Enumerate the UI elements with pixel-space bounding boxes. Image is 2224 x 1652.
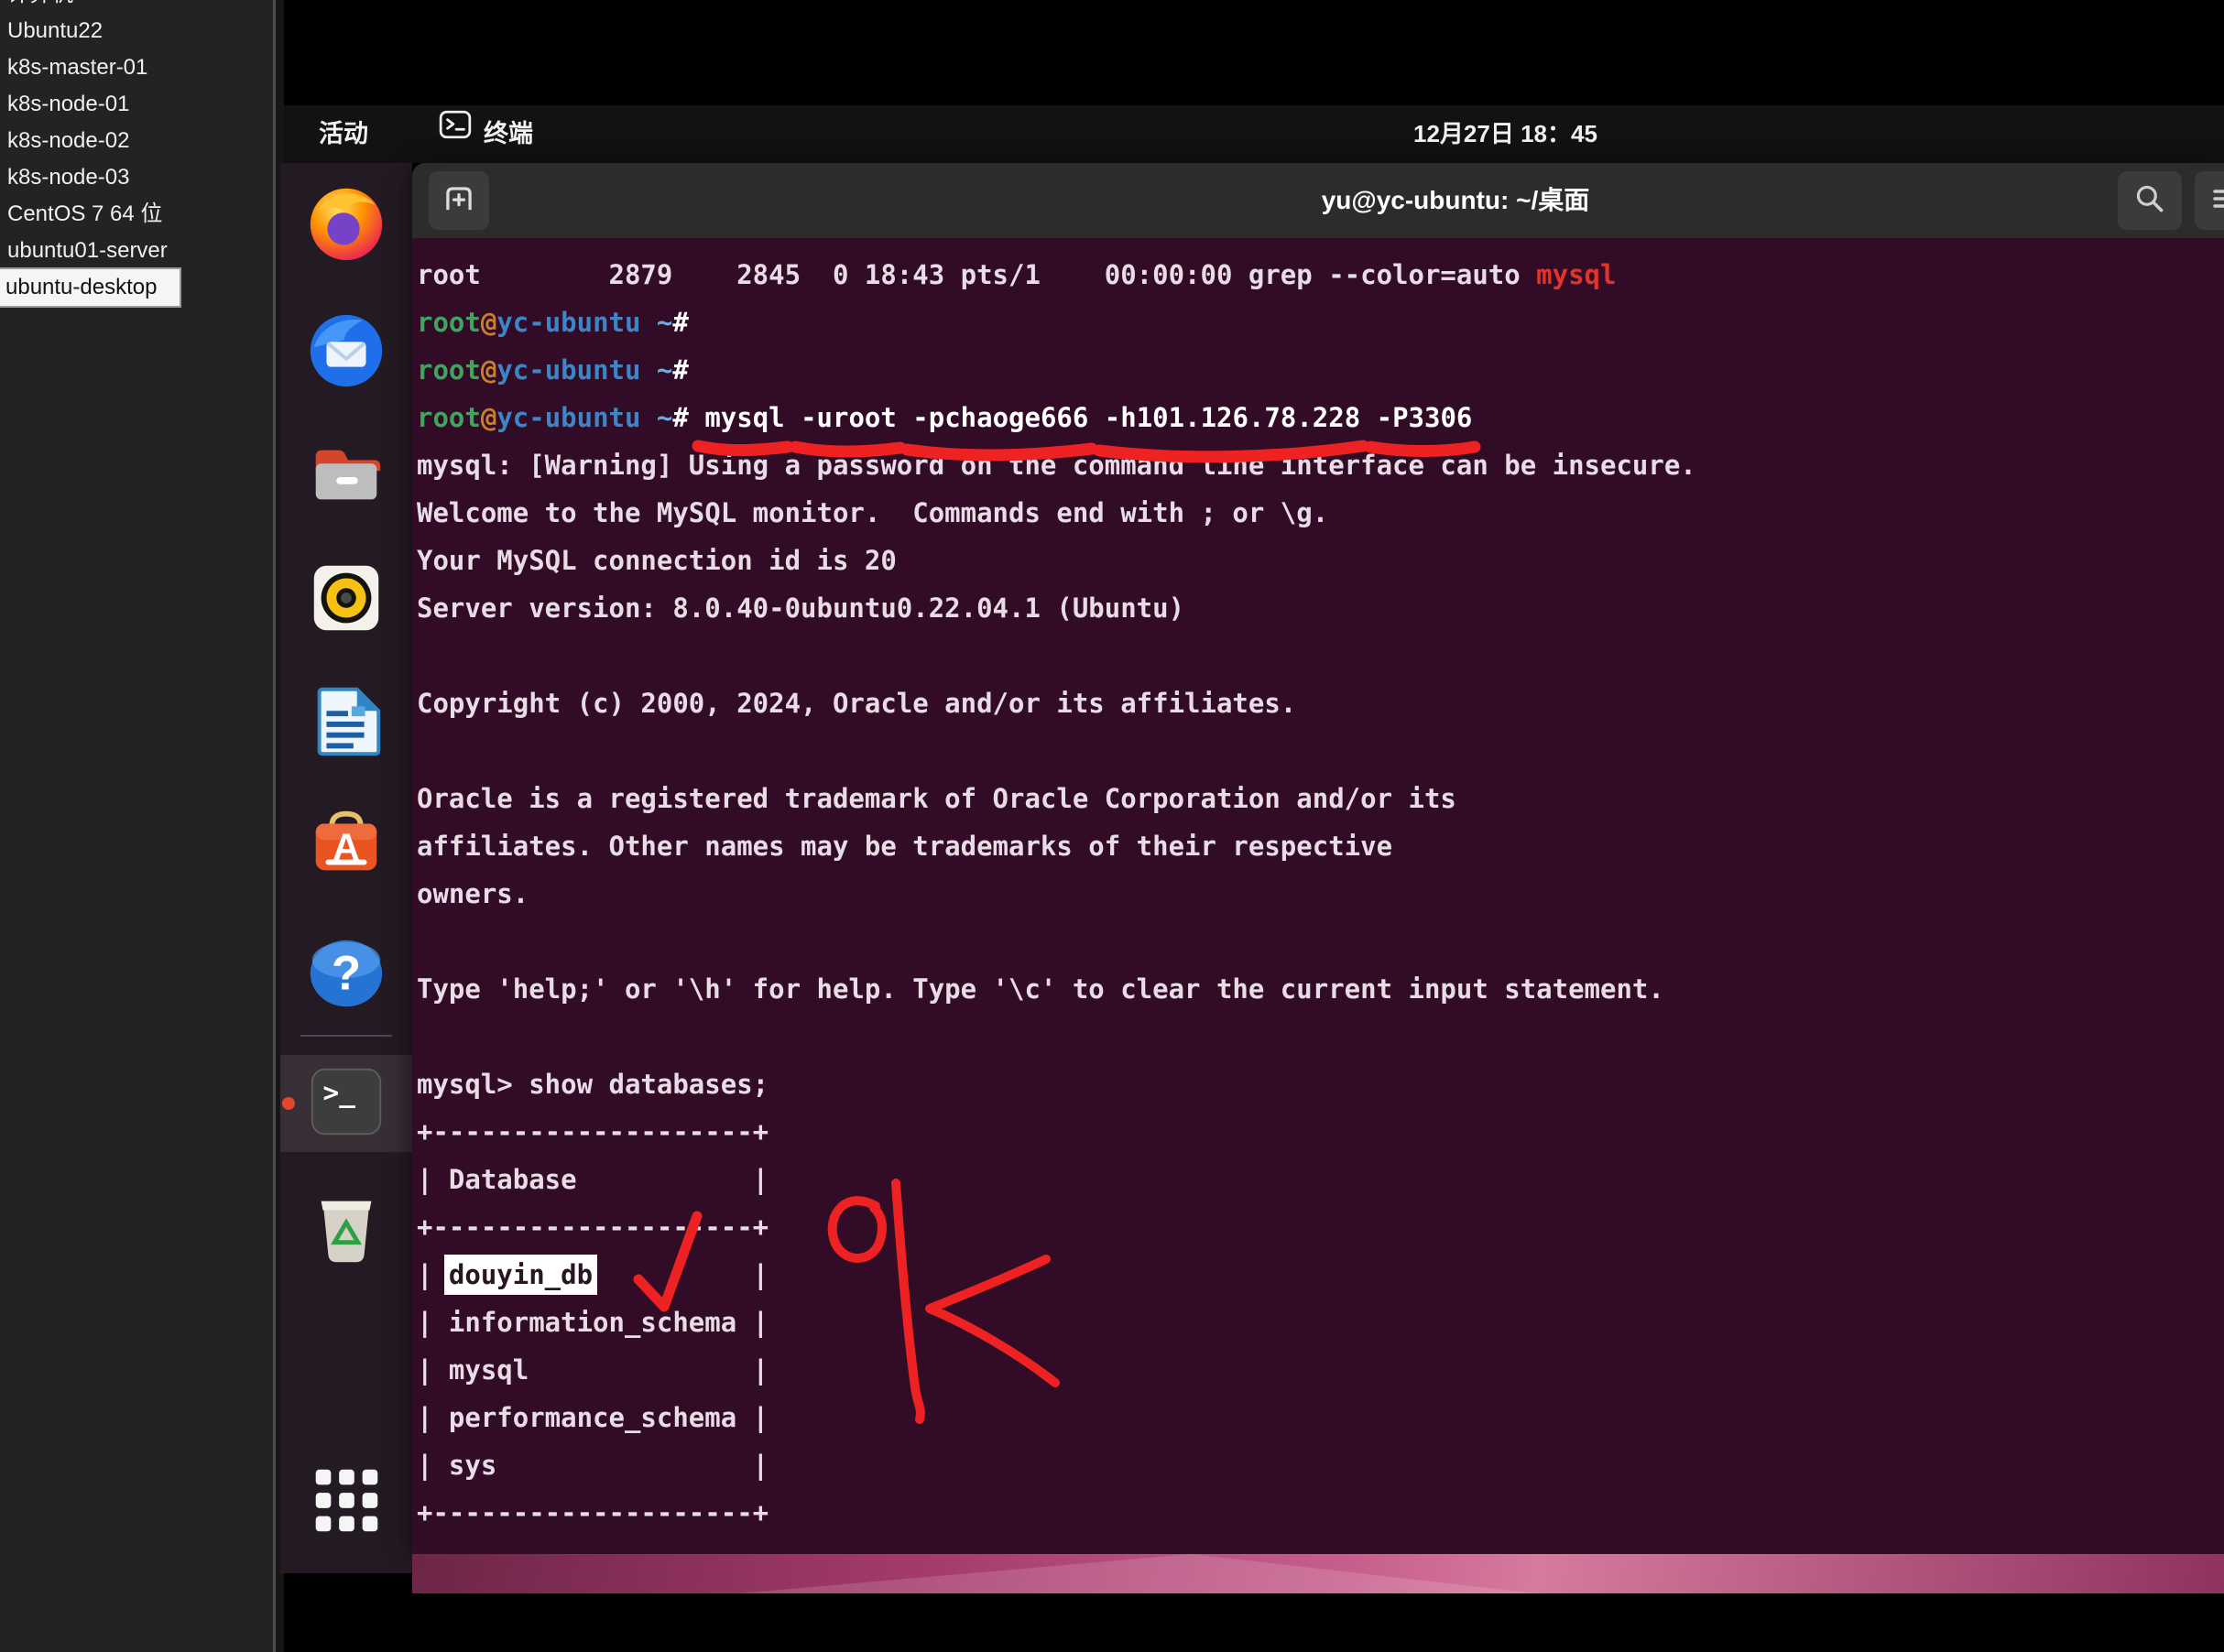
terminal-line: Copyright (c) 2000, 2024, Oracle and/or … xyxy=(417,679,2224,727)
terminal-line: root@yc-ubuntu ~# xyxy=(417,299,2224,346)
dock-item-rhythmbox[interactable] xyxy=(280,551,412,648)
vm-item-ubuntu01-server[interactable]: ubuntu01-server xyxy=(0,233,273,269)
vm-item-k8s-node-01[interactable]: k8s-node-01 xyxy=(0,86,273,123)
svg-text:>_: >_ xyxy=(323,1077,356,1108)
dock: A? >_ xyxy=(280,163,412,1573)
terminal-line: | sys | xyxy=(417,1441,2224,1489)
ubuntu-software-icon: A xyxy=(303,802,389,893)
vm-sidebar[interactable]: 计算机Ubuntu22k8s-master-01k8s-node-01k8s-n… xyxy=(0,0,273,1652)
gnome-top-bar: 活动 终端 12月27日 18：45 xyxy=(284,105,2224,163)
vm-item-k8s-master-01[interactable]: k8s-master-01 xyxy=(0,49,273,86)
terminal-icon xyxy=(438,105,473,163)
dock-item-files[interactable] xyxy=(280,428,412,525)
terminal-line: | information_schema | xyxy=(417,1299,2224,1346)
bottom-letterbox xyxy=(284,1593,2224,1652)
ubuntu-desktop: 活动 终端 12月27日 18：45 A? >_ yu@yc-ubuntu: ~/… xyxy=(284,0,2224,1652)
terminal-line: root@yc-ubuntu ~# xyxy=(417,346,2224,394)
help-icon: ? xyxy=(303,930,389,1021)
vm-item-ubuntu-desktop[interactable]: ubuntu-desktop xyxy=(0,269,180,306)
new-tab-button[interactable] xyxy=(429,171,489,230)
terminal-line xyxy=(417,918,2224,965)
vm-item-ubuntu22[interactable]: Ubuntu22 xyxy=(0,13,273,49)
terminal-line: | Database | xyxy=(417,1156,2224,1203)
focused-app-menu[interactable]: 终端 xyxy=(438,105,533,163)
terminal-line: mysql> show databases; xyxy=(417,1060,2224,1108)
dock-separator xyxy=(300,1035,392,1037)
terminal-line: | performance_schema | xyxy=(417,1394,2224,1441)
vm-item-k8s-node-03[interactable]: k8s-node-03 xyxy=(0,159,273,196)
firefox-icon xyxy=(303,179,389,270)
terminal-line: | mysql | xyxy=(417,1346,2224,1394)
dock-item-libreoffice-writer[interactable] xyxy=(280,675,412,772)
new-tab-icon xyxy=(439,179,479,223)
terminal-title-bar[interactable]: yu@yc-ubuntu: ~/桌面 xyxy=(412,163,2224,238)
hamburger-menu-icon xyxy=(2209,180,2224,222)
dock-item-ubuntu-software[interactable]: A xyxy=(280,799,412,896)
dock-item-terminal-app[interactable]: >_ xyxy=(280,1055,412,1152)
terminal-app-icon: >_ xyxy=(303,1059,389,1149)
libreoffice-writer-icon xyxy=(303,679,389,769)
window-title: yu@yc-ubuntu: ~/桌面 xyxy=(550,163,2224,238)
terminal-line: Server version: 8.0.40-0ubuntu0.22.04.1 … xyxy=(417,584,2224,632)
search-icon xyxy=(2131,179,2169,223)
thunderbird-icon xyxy=(303,308,389,398)
terminal-line: mysql: [Warning] Using a password on the… xyxy=(417,441,2224,489)
vm-item-centos-7-64-[interactable]: CentOS 7 64 位 xyxy=(0,196,273,233)
terminal-line: affiliates. Other names may be trademark… xyxy=(417,822,2224,870)
terminal-line: Type 'help;' or '\h' for help. Type '\c'… xyxy=(417,965,2224,1013)
dock-item-help[interactable]: ? xyxy=(280,927,412,1024)
clock[interactable]: 12月27日 18：45 xyxy=(1413,105,1597,163)
terminal-line: +--------------------+ xyxy=(417,1489,2224,1537)
dock-item-firefox[interactable] xyxy=(280,176,412,273)
dock-item-trash[interactable] xyxy=(280,1183,412,1280)
trash-icon xyxy=(303,1187,389,1277)
wallpaper-facet xyxy=(412,1554,2224,1593)
menu-button[interactable] xyxy=(2195,171,2224,230)
terminal-line: Welcome to the MySQL monitor. Commands e… xyxy=(417,489,2224,537)
terminal-line: root@yc-ubuntu ~# mysql -uroot -pchaoge6… xyxy=(417,394,2224,441)
terminal-line xyxy=(417,1013,2224,1060)
terminal-line: Oracle is a registered trademark of Orac… xyxy=(417,775,2224,822)
terminal-line: | douyin_db | xyxy=(417,1251,2224,1299)
terminal-line: Your MySQL connection id is 20 xyxy=(417,537,2224,584)
svg-text:?: ? xyxy=(332,946,361,1000)
focused-app-name: 终端 xyxy=(484,105,533,163)
vm-item-clipped[interactable]: 计算机 xyxy=(0,0,273,13)
activities-button[interactable]: 活动 xyxy=(319,105,368,163)
screen: 计算机Ubuntu22k8s-master-01k8s-node-01k8s-n… xyxy=(0,0,2224,1652)
terminal-output[interactable]: root 2879 2845 0 18:43 pts/1 00:00:00 gr… xyxy=(412,238,2224,1554)
search-button[interactable] xyxy=(2118,171,2182,230)
rhythmbox-icon xyxy=(303,555,389,646)
terminal-line: +--------------------+ xyxy=(417,1108,2224,1156)
dock-item-show-applications[interactable] xyxy=(280,1453,412,1550)
desktop-wallpaper xyxy=(412,1554,2224,1593)
terminal-line xyxy=(417,632,2224,679)
terminal-line: +--------------------+ xyxy=(417,1203,2224,1251)
dock-item-thunderbird[interactable] xyxy=(280,304,412,401)
terminal-line: root 2879 2845 0 18:43 pts/1 00:00:00 gr… xyxy=(417,251,2224,299)
vm-item-k8s-node-02[interactable]: k8s-node-02 xyxy=(0,123,273,159)
show-applications-icon xyxy=(303,1457,389,1548)
terminal-line: owners. xyxy=(417,870,2224,918)
files-icon xyxy=(303,431,389,522)
terminal-window: yu@yc-ubuntu: ~/桌面 root 2879 2845 0 18:4… xyxy=(412,163,2224,1554)
terminal-line xyxy=(417,727,2224,775)
